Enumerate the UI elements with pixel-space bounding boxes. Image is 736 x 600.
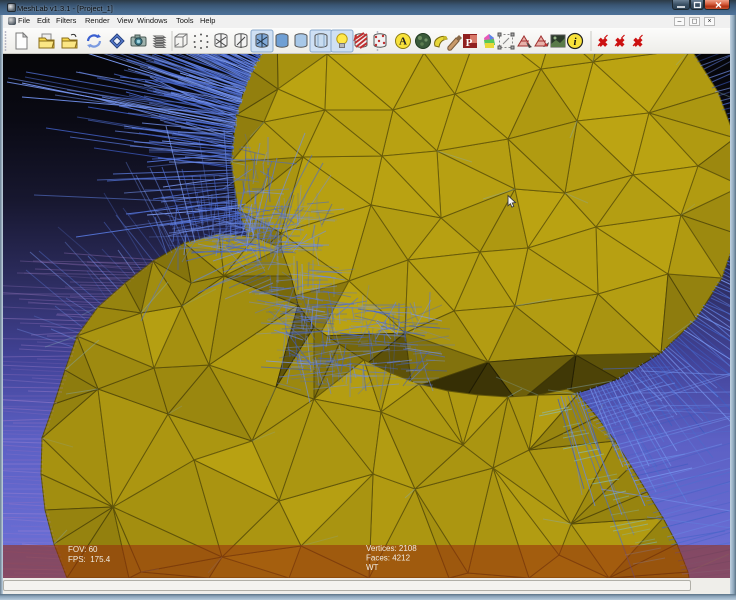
svg-text:Vertices: 2108: Vertices: 2108	[366, 544, 417, 553]
svg-text:P: P	[466, 37, 473, 49]
svg-text:FPS: 175.4: FPS: 175.4	[68, 555, 111, 564]
svg-text:WT: WT	[366, 563, 379, 572]
svg-text:FOV: 60: FOV: 60	[68, 545, 98, 554]
svg-text:A: A	[399, 36, 407, 48]
svg-text:Faces: 4212: Faces: 4212	[366, 554, 411, 563]
